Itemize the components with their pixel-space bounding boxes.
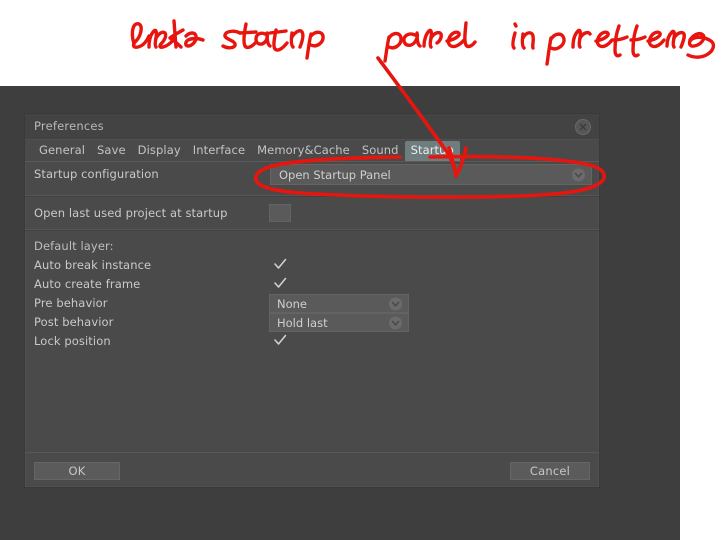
dialog-titlebar: Preferences xyxy=(25,114,599,140)
pre-behavior-dropdown[interactable]: None xyxy=(269,294,409,313)
close-icon[interactable] xyxy=(575,119,591,135)
startup-configuration-dropdown[interactable]: Open Startup Panel xyxy=(270,164,592,185)
auto-create-frame-label: Auto create frame xyxy=(34,276,141,291)
chevron-down-icon xyxy=(572,168,585,181)
row-open-last-used-project: Open last used project at startup xyxy=(25,202,599,224)
tab-save[interactable]: Save xyxy=(91,141,132,161)
row-lock-position: Lock position xyxy=(25,331,599,350)
pre-behavior-value: None xyxy=(277,296,308,311)
row-pre-behavior: Pre behavior None xyxy=(25,293,599,313)
tab-interface[interactable]: Interface xyxy=(187,141,251,161)
pre-behavior-label: Pre behavior xyxy=(34,295,108,310)
lock-position-checkbox[interactable] xyxy=(273,333,287,347)
default-layer-header-label: Default layer: xyxy=(34,238,114,253)
ok-button[interactable]: OK xyxy=(34,462,120,480)
screenshot-root: Preferences General Save Display Interfa… xyxy=(0,0,722,540)
row-default-layer-header: Default layer: xyxy=(25,236,599,255)
row-startup-configuration: Startup configuration Open Startup Panel xyxy=(25,162,599,186)
tab-startup[interactable]: Startup xyxy=(404,141,460,161)
open-last-used-project-checkbox[interactable] xyxy=(269,204,291,222)
chevron-down-icon xyxy=(389,297,402,310)
chevron-down-icon xyxy=(389,316,402,329)
row-post-behavior: Post behavior Hold last xyxy=(25,312,599,332)
cancel-button[interactable]: Cancel xyxy=(510,462,590,480)
lock-position-label: Lock position xyxy=(34,333,111,348)
row-auto-break-instance: Auto break instance xyxy=(25,255,599,274)
startup-configuration-value: Open Startup Panel xyxy=(279,167,391,182)
post-behavior-dropdown[interactable]: Hold last xyxy=(269,313,409,332)
post-behavior-value: Hold last xyxy=(277,315,328,330)
auto-create-frame-checkbox[interactable] xyxy=(273,276,287,290)
preferences-dialog: Preferences General Save Display Interfa… xyxy=(24,113,600,488)
open-last-used-project-label: Open last used project at startup xyxy=(34,206,228,220)
auto-break-instance-label: Auto break instance xyxy=(34,257,152,272)
tab-sound[interactable]: Sound xyxy=(356,141,405,161)
startup-configuration-label: Startup configuration xyxy=(34,167,159,181)
preferences-content: Startup configuration Open Startup Panel… xyxy=(25,162,599,350)
auto-break-instance-checkbox[interactable] xyxy=(273,257,287,271)
post-behavior-label: Post behavior xyxy=(34,314,114,329)
row-auto-create-frame: Auto create frame xyxy=(25,274,599,293)
dialog-title: Preferences xyxy=(34,119,104,133)
tab-display[interactable]: Display xyxy=(132,141,187,161)
tab-general[interactable]: General xyxy=(33,141,91,161)
preferences-tabstrip: General Save Display Interface Memory&Ca… xyxy=(25,140,599,162)
dialog-footer: OK Cancel xyxy=(25,452,599,487)
tab-memory-cache[interactable]: Memory&Cache xyxy=(251,141,356,161)
